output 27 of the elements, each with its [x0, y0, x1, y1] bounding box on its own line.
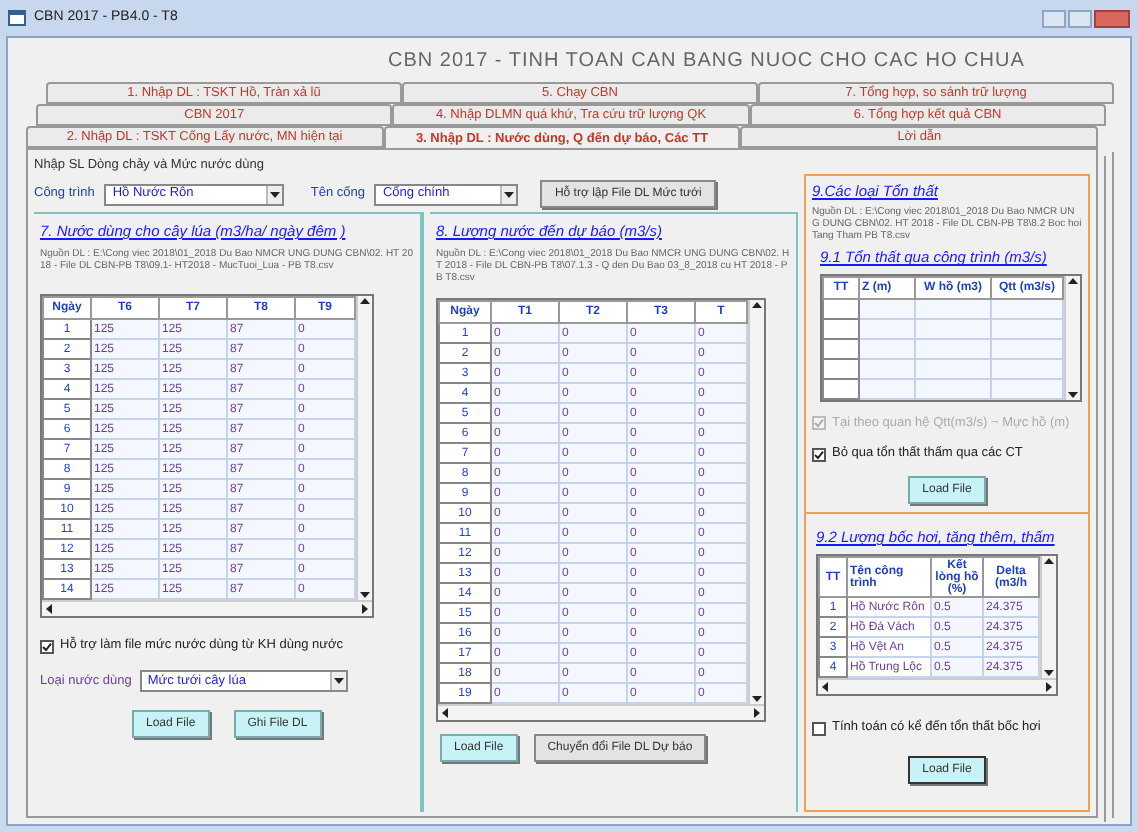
vertical-scrollbar[interactable] — [748, 300, 764, 705]
scroll-right-icon — [362, 604, 368, 615]
horizontal-scrollbar[interactable] — [438, 704, 764, 721]
checkbox[interactable] — [40, 639, 54, 654]
vertical-scrollbar[interactable] — [356, 296, 372, 601]
scroll-left-icon — [46, 604, 52, 615]
dropdown-arrow-icon — [333, 678, 344, 684]
scroll-left-icon — [442, 708, 448, 719]
vertical-scrollbar[interactable] — [1040, 556, 1056, 679]
scroll-left-icon — [822, 682, 828, 693]
vertical-scrollbar[interactable] — [1064, 275, 1080, 399]
scroll-up-icon — [360, 298, 370, 305]
scroll-down-icon — [1068, 391, 1078, 397]
app-icon — [8, 10, 26, 26]
dropdown-arrow-icon — [270, 191, 281, 197]
checkbox[interactable] — [812, 447, 826, 462]
scroll-up-icon — [1068, 277, 1078, 283]
checkbox[interactable] — [812, 721, 826, 736]
dropdown-arrow-icon — [504, 191, 515, 197]
horizontal-scrollbar[interactable] — [42, 600, 372, 617]
scroll-right-icon — [754, 708, 760, 719]
scroll-up-icon — [1044, 558, 1054, 565]
app-heading: CBN 2017 - TINH TOAN CAN BANG NUOC CHO CAC HO CHUA — [388, 47, 1025, 75]
scroll-right-icon — [1046, 682, 1052, 693]
close-button[interactable] — [1094, 9, 1130, 27]
horizontal-scrollbar[interactable] — [818, 678, 1056, 695]
scroll-up-icon — [752, 302, 762, 309]
